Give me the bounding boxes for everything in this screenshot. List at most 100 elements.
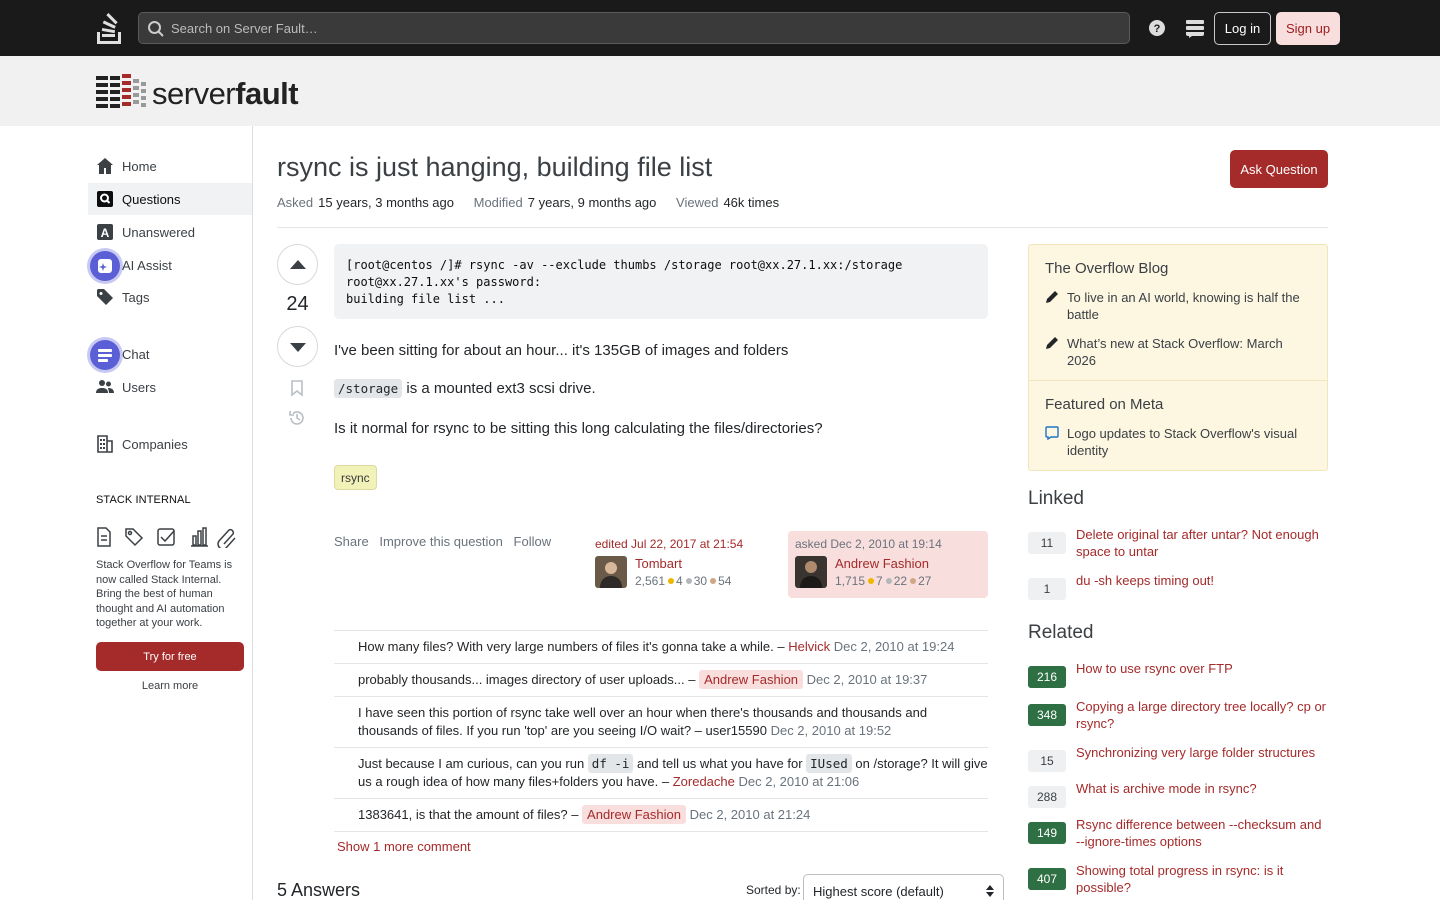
serverfault-logo-icon[interactable]	[96, 74, 148, 108]
question-link[interactable]: du -sh keeps timing out!	[1076, 572, 1328, 589]
comment-user[interactable]: Helvick	[788, 639, 830, 654]
comment: 1383641, is that the amount of files? – …	[334, 798, 988, 832]
check-icon	[157, 528, 175, 546]
comment-date[interactable]: Dec 2, 2010 at 19:52	[771, 723, 892, 738]
blog-item-title: What’s new at Stack Overflow: March 2026	[1067, 336, 1283, 368]
nav-companies[interactable]: Companies	[88, 428, 252, 460]
comment-text: and tell us what you have for	[633, 756, 807, 771]
question-score: 15	[1028, 750, 1066, 772]
asker-avatar[interactable]	[795, 556, 827, 588]
asked-timestamp[interactable]: asked Dec 2, 2010 at 19:14	[795, 537, 981, 551]
blog-item[interactable]: What’s new at Stack Overflow: March 2026	[1045, 335, 1315, 369]
comment-text: How many files? With very large numbers …	[358, 639, 789, 654]
site-switcher-icon[interactable]	[1185, 18, 1205, 38]
silver-badge-icon	[885, 578, 892, 585]
history-icon[interactable]	[288, 409, 306, 427]
follow-link[interactable]: Follow	[514, 534, 552, 549]
nav-chat[interactable]: Chat	[88, 338, 252, 370]
comment-date[interactable]: Dec 2, 2010 at 19:37	[807, 672, 928, 687]
editor-bronze-count: 54	[718, 574, 732, 588]
question-score: 149	[1028, 822, 1066, 844]
stack-internal-text: Stack Overflow for Teams is now called S…	[96, 559, 233, 629]
comments-list: How many files? With very large numbers …	[334, 630, 988, 832]
blog-item[interactable]: To live in an AI world, knowing is half …	[1045, 289, 1315, 323]
show-more-comments-link[interactable]: Show 1 more comment	[337, 839, 471, 854]
comment-user[interactable]: Zoredache	[673, 774, 735, 789]
comment: How many files? With very large numbers …	[334, 630, 988, 663]
bookmark-icon[interactable]	[288, 379, 306, 397]
help-icon[interactable]: ?	[1147, 18, 1167, 38]
editor-silver-count: 30	[693, 574, 708, 588]
nav-users[interactable]: Users	[88, 371, 252, 403]
header-divider	[277, 227, 1328, 228]
nav-companies-label: Companies	[122, 437, 188, 452]
comment: I have seen this portion of rsync take w…	[334, 696, 988, 747]
nav-ai-assist[interactable]: AI Assist	[88, 249, 252, 281]
arrow-down-icon	[290, 343, 306, 352]
comment-date[interactable]: Dec 2, 2010 at 21:24	[690, 807, 811, 822]
editor-card: edited Jul 22, 2017 at 21:54 Tombart 2,5…	[588, 531, 788, 598]
learn-more-link[interactable]: Learn more	[96, 680, 244, 692]
editor-avatar[interactable]	[595, 556, 627, 588]
overflow-blog-widget: The Overflow Blog To live in an AI world…	[1028, 244, 1328, 471]
signup-button[interactable]: Sign up	[1276, 12, 1340, 45]
meta-chat-icon	[1045, 426, 1059, 440]
downvote-button[interactable]	[277, 326, 318, 367]
search-input[interactable]	[171, 17, 1111, 39]
login-button[interactable]: Log in	[1214, 12, 1271, 45]
stack-internal-heading: STACK INTERNAL	[96, 494, 191, 506]
left-sidebar: Home Questions A Unanswered AI Assist Ta…	[0, 126, 253, 900]
site-header: serverfault	[0, 56, 1440, 126]
stackoverflow-logo-icon[interactable]	[94, 12, 124, 44]
question-link[interactable]: Delete original tar after untar? Not eno…	[1076, 526, 1328, 560]
sort-arrows-icon	[986, 885, 994, 897]
blog-item-title: To live in an AI world, knowing is half …	[1067, 290, 1300, 322]
tag-rsync[interactable]: rsync	[334, 465, 377, 490]
editor-name[interactable]: Tombart	[635, 556, 682, 571]
nav-unanswered-label: Unanswered	[122, 225, 195, 240]
question-link[interactable]: Synchronizing very large folder structur…	[1076, 744, 1328, 761]
asker-gold-count: 7	[876, 574, 883, 588]
comment-user-op[interactable]: Andrew Fashion	[582, 805, 686, 824]
modified-value[interactable]: 7 years, 9 months ago	[528, 195, 657, 210]
try-for-free-button[interactable]: Try for free	[96, 642, 244, 671]
blog-heading: The Overflow Blog	[1045, 260, 1169, 277]
edited-timestamp[interactable]: edited Jul 22, 2017 at 21:54	[595, 537, 781, 551]
blog-divider	[1029, 380, 1327, 381]
search-box[interactable]	[138, 12, 1130, 44]
share-link[interactable]: Share	[334, 534, 369, 549]
nav-users-label: Users	[122, 380, 156, 395]
comment: Just because I am curious, can you run d…	[334, 747, 988, 798]
post-paragraph-2-text: is a mounted ext3 scsi drive.	[402, 380, 596, 397]
nav-home[interactable]: Home	[88, 150, 252, 182]
nav-unanswered[interactable]: A Unanswered	[88, 216, 252, 248]
question-score: 288	[1028, 786, 1066, 808]
question-title[interactable]: rsync is just hanging, building file lis…	[277, 152, 712, 183]
search-icon	[148, 21, 164, 37]
nav-home-label: Home	[122, 159, 157, 174]
nav-tags[interactable]: Tags	[88, 281, 252, 313]
pencil-icon	[1046, 337, 1058, 349]
asker-name[interactable]: Andrew Fashion	[835, 556, 929, 571]
sort-select[interactable]: Highest score (default)	[803, 874, 1004, 900]
question-link[interactable]: Copying a large directory tree locally? …	[1076, 698, 1328, 732]
top-bar: ? Log in Sign up	[0, 0, 1440, 56]
question-meta: Asked 15 years, 3 months ago Modified 7 ye…	[277, 195, 795, 210]
question-link[interactable]: Rsync difference between --checksum and …	[1076, 816, 1328, 850]
question-score: 11	[1028, 532, 1066, 554]
question-link[interactable]: What is archive mode in rsync?	[1076, 780, 1328, 797]
bronze-badge-icon	[910, 578, 917, 585]
comment-user-op[interactable]: Andrew Fashion	[699, 670, 804, 689]
meta-item[interactable]: Logo updates to Stack Overflow's visual …	[1045, 425, 1315, 459]
document-icon	[97, 527, 111, 547]
nav-questions[interactable]: Questions	[88, 183, 252, 215]
ask-question-button[interactable]: Ask Question	[1230, 150, 1328, 188]
question-link[interactable]: How to use rsync over FTP	[1076, 660, 1328, 677]
comment-date[interactable]: Dec 2, 2010 at 21:06	[739, 774, 860, 789]
comment-date[interactable]: Dec 2, 2010 at 19:24	[834, 639, 955, 654]
site-name[interactable]: serverfault	[152, 76, 299, 112]
question-link[interactable]: Showing total progress in rsync: is it p…	[1076, 862, 1328, 896]
upvote-button[interactable]	[277, 244, 318, 285]
comment-user[interactable]: user15590	[706, 723, 767, 738]
improve-question-link[interactable]: Improve this question	[379, 534, 503, 549]
